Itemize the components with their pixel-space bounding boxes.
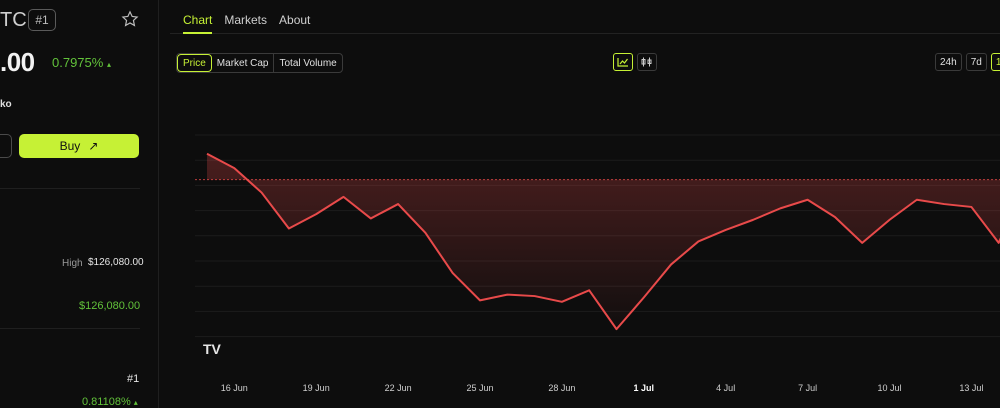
divider — [0, 328, 140, 329]
tabs-divider — [170, 33, 1000, 34]
tab-about[interactable]: About — [279, 13, 310, 27]
chart-view-toggle — [613, 53, 657, 71]
data-source-label: ko — [0, 99, 12, 110]
tradingview-logo: TV — [203, 341, 222, 355]
x-tick-label: 19 Jun — [302, 383, 330, 393]
star-icon[interactable] — [121, 10, 139, 28]
metric-price[interactable]: Price — [177, 54, 212, 72]
time-range-selector: 24h 7d 1m — [935, 53, 1000, 71]
x-tick-label: 16 Jun — [220, 383, 248, 393]
x-tick-label: 4 Jul — [716, 383, 736, 393]
metric-total-volume[interactable]: Total Volume — [274, 54, 341, 72]
dominance-up-icon: ▴ — [133, 398, 138, 407]
main-tabs: Chart Markets About — [183, 13, 310, 27]
price-change: 0.7975% ▴ — [52, 55, 111, 70]
dominance-value: 0.81108% ▴ — [82, 396, 138, 408]
x-tick-label: 7 Jul — [798, 383, 818, 393]
range-1m[interactable]: 1m — [990, 53, 1000, 71]
buy-button[interactable]: Buy ↗ — [19, 134, 139, 158]
metric-selector: Price Market Cap Total Volume — [176, 53, 343, 73]
price-chart[interactable]: TV — [195, 125, 1000, 355]
asset-sidebar: TC #1 .00 0.7975% ▴ ko Buy ↗ High $126,0… — [0, 0, 158, 408]
tab-chart[interactable]: Chart — [183, 13, 212, 27]
x-tick-label: 1 Jul — [633, 383, 655, 393]
asset-title: TC — [0, 9, 27, 31]
panel-divider — [158, 0, 159, 408]
buy-button-label: Buy — [59, 139, 81, 153]
high-label: High — [62, 258, 83, 269]
x-tick-label: 10 Jul — [877, 383, 902, 393]
x-tick-label: 22 Jun — [384, 383, 412, 393]
price-value: .00 — [0, 47, 35, 77]
change-up-icon: ▴ — [106, 60, 111, 69]
range-7d[interactable]: 7d — [965, 53, 987, 71]
candlestick-icon — [641, 57, 652, 67]
divider — [0, 188, 140, 189]
ath-value: $126,080.00 — [79, 300, 141, 312]
line-chart-button[interactable] — [613, 53, 633, 71]
x-tick-label: 28 Jun — [548, 383, 576, 393]
x-tick-label: 13 Jul — [959, 383, 984, 393]
range-24h[interactable]: 24h — [935, 53, 962, 71]
market-cap-rank: #1 — [127, 373, 140, 385]
dominance-value-text: 0.81108% — [82, 396, 131, 408]
metric-market-cap[interactable]: Market Cap — [212, 54, 275, 72]
active-tab-indicator — [183, 32, 212, 34]
high-value: $126,080.00 — [88, 257, 144, 268]
x-tick-label: 25 Jun — [466, 383, 494, 393]
arrow-up-right-icon: ↗ — [88, 139, 99, 153]
rank-badge: #1 — [28, 9, 56, 31]
line-chart-icon — [617, 58, 628, 67]
tab-markets[interactable]: Markets — [224, 13, 267, 27]
sell-button[interactable] — [0, 134, 12, 158]
candlestick-button[interactable] — [637, 53, 657, 71]
price-change-value: 0.7975% — [52, 55, 104, 70]
